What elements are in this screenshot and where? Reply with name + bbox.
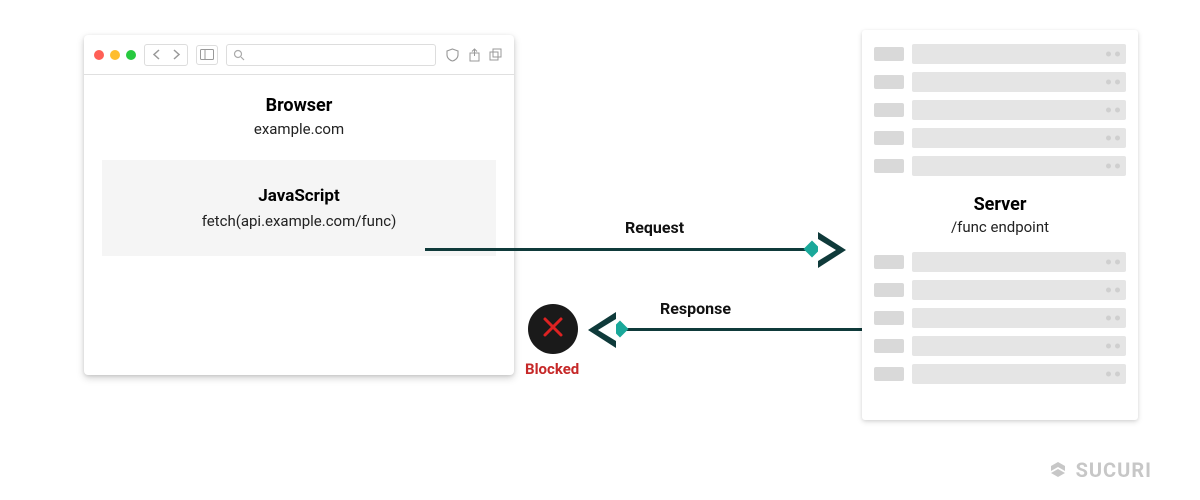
address-bar [226, 44, 436, 66]
server-row [874, 252, 1126, 272]
server-panel: Server /func endpoint [862, 30, 1138, 420]
forward-icon [167, 46, 185, 64]
request-label: Request [625, 218, 684, 237]
server-row [874, 128, 1126, 148]
maximize-icon [126, 50, 136, 60]
close-icon [94, 50, 104, 60]
sidebar-toggle-icon [196, 45, 218, 65]
browser-chrome [84, 35, 514, 75]
server-title: Server [874, 194, 1126, 215]
x-icon [541, 313, 565, 346]
brand-text: SUCURI [1076, 458, 1152, 482]
minimize-icon [110, 50, 120, 60]
server-row [874, 336, 1126, 356]
request-arrow-line [425, 248, 825, 251]
blocked-badge [528, 304, 578, 354]
response-arrowhead-icon [588, 312, 616, 348]
back-icon [147, 46, 165, 64]
server-row [874, 72, 1126, 92]
sucuri-logo-icon [1047, 459, 1069, 481]
share-icon [466, 47, 482, 63]
browser-domain: example.com [102, 120, 496, 138]
server-row [874, 308, 1126, 328]
nav-back-forward [144, 44, 188, 66]
server-row [874, 280, 1126, 300]
browser-window: Browser example.com JavaScript fetch(api… [84, 35, 514, 375]
blocked-label: Blocked [525, 360, 579, 378]
server-row [874, 100, 1126, 120]
server-row [874, 364, 1126, 384]
javascript-box: JavaScript fetch(api.example.com/func) [102, 160, 496, 256]
response-label: Response [660, 299, 731, 318]
server-row [874, 156, 1126, 176]
search-icon [233, 49, 245, 61]
shield-icon [444, 47, 460, 63]
server-endpoint: /func endpoint [874, 218, 1126, 236]
javascript-title: JavaScript [116, 186, 482, 206]
javascript-code: fetch(api.example.com/func) [116, 212, 482, 230]
response-arrow-line [611, 328, 863, 331]
server-row [874, 44, 1126, 64]
request-arrowhead-icon [818, 232, 846, 268]
copy-icon [488, 47, 504, 63]
browser-title: Browser [102, 95, 496, 116]
traffic-lights [94, 50, 136, 60]
brand-logo: SUCURI [1047, 458, 1152, 482]
